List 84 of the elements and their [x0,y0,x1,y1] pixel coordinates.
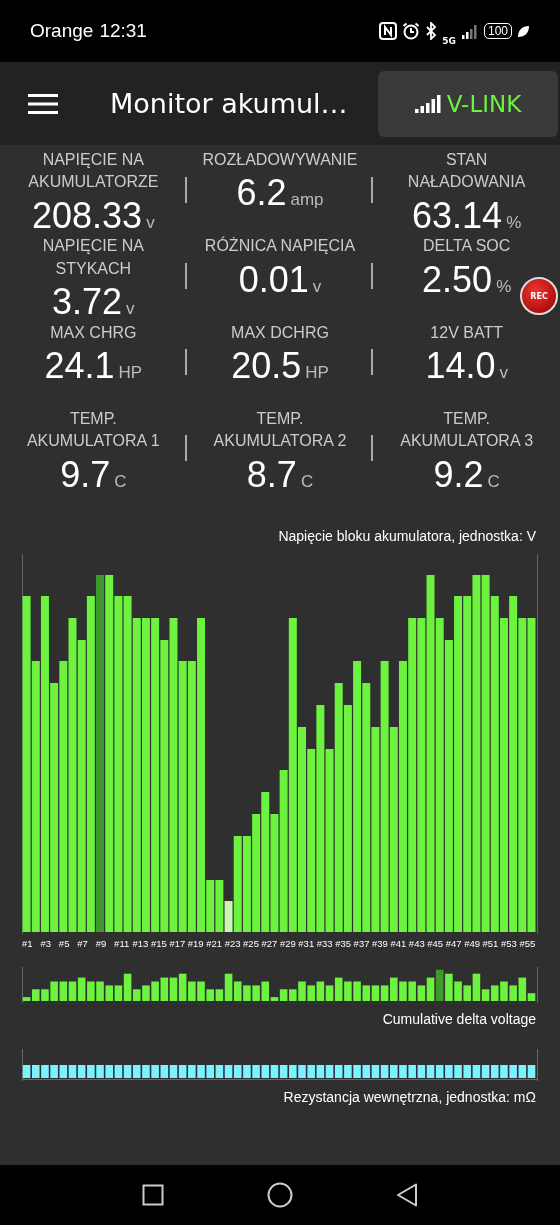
connection-button[interactable]: V-LINK [378,70,558,137]
metric-unit: HP [305,363,329,384]
menu-icon[interactable] [28,93,58,114]
metric-value: 2.50 [422,259,493,300]
nfc-icon [379,22,398,40]
alarm-icon [402,22,421,40]
record-button[interactable]: REC [520,277,558,315]
metric-label: 12V BATT [429,322,504,343]
axis-label: #31 [298,938,316,950]
metric-label: RÓŻNICA NAPIĘCIA [203,235,357,257]
axis-label: #3 [40,938,52,950]
axis-label: #5 [58,938,71,950]
metric-label: TEMP. AKUMULATORA 2 [212,408,348,452]
metric-unit: v [146,212,155,233]
metric-unit: C [114,471,127,492]
axis-label: #7 [77,938,89,950]
metric-value: 20.5 [231,346,302,386]
signal-icon [414,94,441,113]
axis-label: #33 [316,938,334,950]
metric-label: MAX CHRG [49,322,138,343]
metric-value: 9.2 [433,454,484,495]
axis-label: #11 [114,938,131,950]
metric-unit: amp [290,190,324,211]
metric-unit: v [312,276,322,297]
axis-label: #29 [279,938,297,950]
app-title: Monitor akumul… [110,88,348,119]
recent-apps-icon[interactable] [141,1184,164,1206]
metric-unit: v [126,299,135,320]
axis-label: #23 [224,938,242,950]
axis-label: #25 [243,938,260,950]
metric-value: 8.7 [246,454,297,495]
carrier-text: Orange [30,20,94,42]
leaf-icon [517,24,530,38]
network-type-text: 5G [442,36,456,46]
metric-unit: % [506,212,522,233]
metric-unit: C [300,471,314,492]
metric-value: 24.1 [44,346,115,386]
metric-label: TEMP. AKUMULATORA 3 [399,408,535,452]
home-icon[interactable] [267,1182,293,1208]
metric-unit: v [499,363,508,384]
axis-label: #9 [95,938,108,950]
axis-label: #1 [22,938,34,950]
metric-label: MAX DCHRG [230,322,330,343]
signal-icon [460,22,479,40]
metric-label: ROZŁADOWYWANIE [201,150,359,170]
axis-label: #35 [335,938,353,950]
axis-label: #37 [353,938,371,950]
axis-label: #13 [132,938,150,950]
chart-title: Napięcie bloku akumulatora, jednostka: V [278,528,536,545]
metric-label: NAPIĘCIE NA STYKACH [41,236,145,279]
axis-label: #51 [482,938,500,950]
axis-label: #47 [445,938,463,950]
metric-value: 0.01 [238,259,309,300]
axis-label: #41 [390,938,408,950]
metric-value: 9.7 [60,454,111,495]
axis-label: #27 [261,938,279,950]
axis-label: #21 [206,938,224,950]
chart-caption: Rezystancja wewnętrzna, jednostka: mΩ [283,1089,536,1106]
back-icon[interactable] [396,1183,419,1207]
metric-value: 6.2 [236,173,287,213]
bluetooth-icon [425,22,438,40]
metric-value: 63.14 [412,195,503,236]
axis-label: #53 [500,938,518,950]
metric-label: NAPIĘCIE NA AKUMULATORZE [27,150,160,193]
axis-label: #45 [427,938,445,950]
metric-unit: % [496,276,512,297]
axis-label: #39 [372,938,389,950]
axis-label: #17 [169,938,187,950]
chart-caption: Cumulative delta voltage [382,1011,536,1028]
axis-label: #55 [519,938,537,950]
battery-level-text: 100 [483,23,512,39]
axis-label: #43 [408,938,426,950]
metric-value: 3.72 [52,282,123,322]
axis-label: #19 [187,938,205,950]
metric-value: 14.0 [425,346,496,386]
clock-text: 12:31 [99,20,147,42]
metric-label: STAN NAŁADOWANIA [406,150,527,193]
metric-unit: C [487,471,500,492]
metric-label: DELTA SOC [421,236,512,257]
axis-label: #49 [464,938,481,950]
metric-value: 208.33 [32,195,143,236]
metric-label: TEMP. AKUMULATORA 1 [25,408,161,452]
metric-unit: HP [118,363,143,384]
axis-label: #15 [150,938,168,950]
